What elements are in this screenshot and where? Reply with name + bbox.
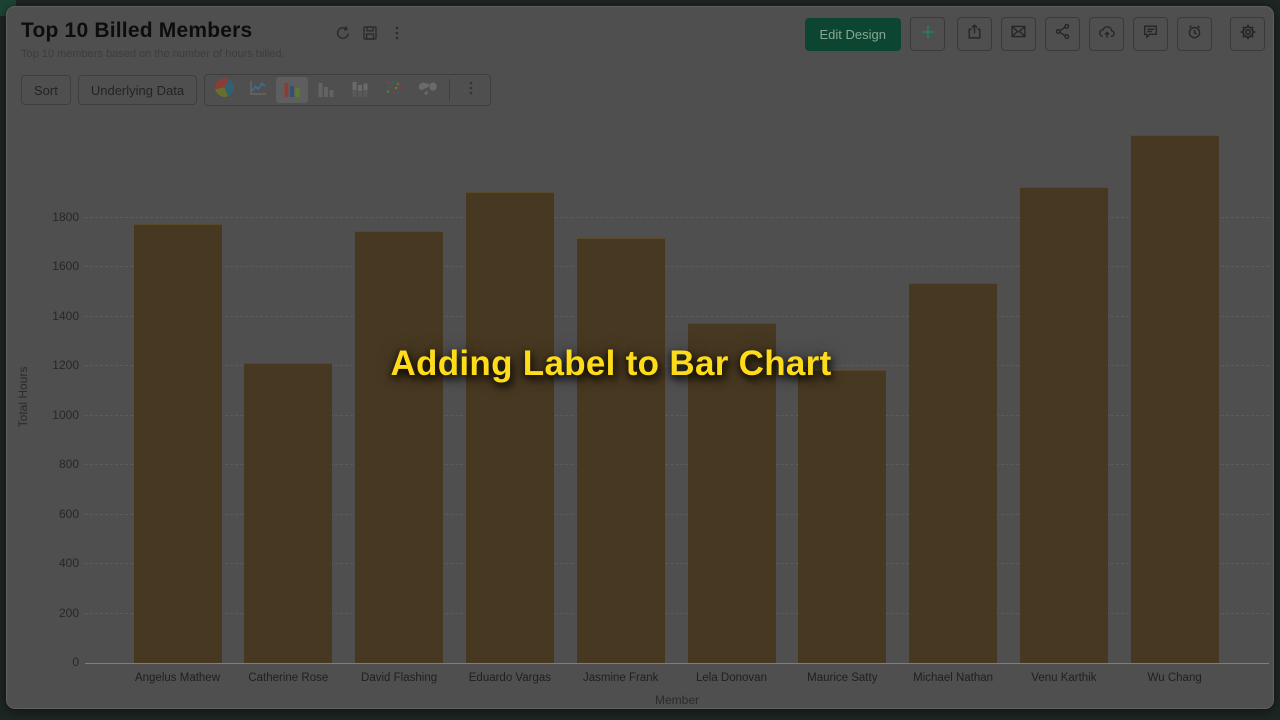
x-tick-label: Venu Karthik <box>1031 672 1097 684</box>
y-tick-label: 200 <box>58 605 79 620</box>
bar[interactable] <box>465 192 554 663</box>
x-tick-label: Eduardo Vargas <box>468 672 552 684</box>
x-tick-label: Michael Nathan <box>913 672 994 684</box>
y-tick-label: 1200 <box>52 358 79 373</box>
plot-area <box>85 131 1269 664</box>
x-tick-label: Jasmine Frank <box>582 672 659 684</box>
bar[interactable] <box>576 238 665 663</box>
y-tick-label: 800 <box>58 457 79 472</box>
tutorial-caption: Adding Label to Bar Chart <box>390 344 832 383</box>
y-tick-label: 1800 <box>52 210 79 225</box>
x-tick-label: Catherine Rose <box>248 672 329 684</box>
y-tick-label: 400 <box>58 556 79 571</box>
y-tick-label: 600 <box>58 506 79 521</box>
bar[interactable] <box>244 362 333 663</box>
bar[interactable] <box>798 370 887 663</box>
y-tick-label: 1400 <box>52 308 79 323</box>
bar[interactable] <box>133 224 222 663</box>
x-tick-label: David Flashing <box>361 672 438 684</box>
bar[interactable] <box>1019 187 1108 663</box>
bar[interactable] <box>1130 135 1219 663</box>
x-tick-label: Angelus Mathew <box>134 672 221 684</box>
x-axis-title: Member <box>654 693 699 707</box>
y-tick-label: 1000 <box>52 407 79 422</box>
x-tick-label: Maurice Satty <box>807 672 878 684</box>
bar[interactable] <box>355 230 444 663</box>
y-tick-label: 0 <box>72 655 79 669</box>
bar[interactable] <box>909 282 998 663</box>
x-tick-label: Wu Chang <box>1147 672 1202 684</box>
y-tick-label: 1600 <box>52 259 79 274</box>
x-tick-label: Lela Donovan <box>696 672 767 684</box>
